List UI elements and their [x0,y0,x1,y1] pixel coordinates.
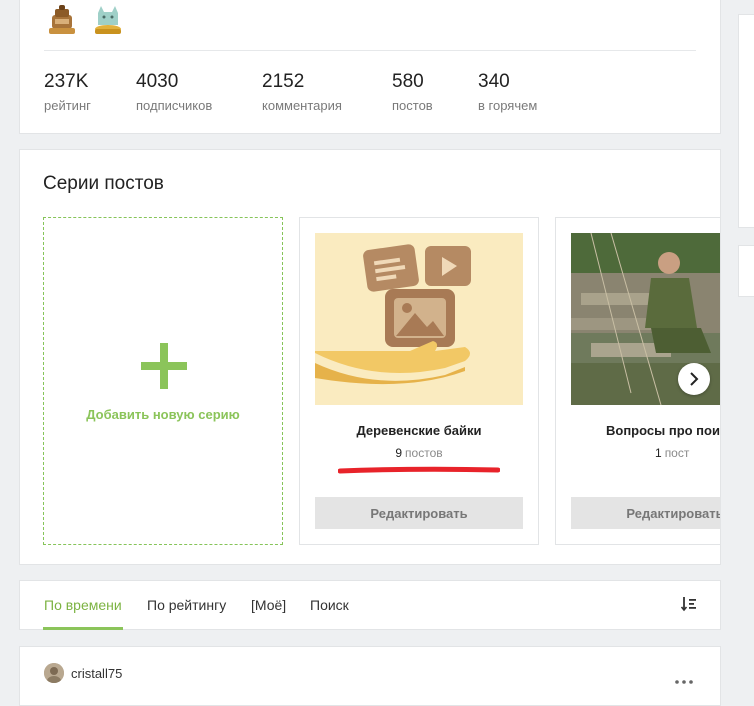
edit-series-button[interactable]: Редактировать [571,497,720,529]
sidebar-panel [738,14,754,228]
sort-order-icon[interactable] [680,596,697,612]
series-card[interactable]: Вопросы про пои 1 пост Редактировать [555,217,720,545]
add-series-button[interactable]: Добавить новую серию [43,217,283,545]
stat-value: 4030 [136,71,179,92]
more-options-icon[interactable] [675,671,693,684]
series-count-value: 1 [655,446,662,460]
post-card: cristall75 [19,646,721,706]
stat-label: подписчиков [136,98,213,113]
post-series-section: Серии постов Добавить новую серию Дереве… [19,149,721,565]
series-count-label: пост [664,446,690,460]
stat-value: 580 [392,71,424,92]
tab-mine[interactable]: [Моё] [251,597,286,613]
gold-cat-award-icon[interactable] [92,3,124,37]
add-series-label: Добавить новую серию [86,407,240,422]
profile-stats-card: 237K рейтинг 4030 подписчиков 2152 комме… [19,0,721,134]
tab-search[interactable]: Поиск [310,597,349,613]
stat-value: 2152 [262,71,305,92]
next-arrow-button[interactable] [678,363,710,395]
series-count-label: постов [405,446,443,460]
post-author-name[interactable]: cristall75 [71,666,122,681]
plus-icon [141,343,187,389]
stat-hot[interactable]: 340 в горячем [478,71,537,113]
post-sort-tabs: По времени По рейтингу [Моё] Поиск [19,580,721,630]
edit-series-button[interactable]: Редактировать [315,497,523,529]
stats-divider [44,50,696,51]
series-placeholder-image [315,233,523,405]
tab-by-rating[interactable]: По рейтингу [147,597,226,613]
stat-label: постов [392,98,433,113]
stat-value: 340 [478,71,510,92]
series-count-value: 9 [395,446,403,460]
active-tab-underline [43,627,123,630]
series-post-count: 1 пост [655,446,720,460]
series-title: Деревенские байки [356,423,482,438]
series-post-count: 9 постов [300,446,538,460]
stat-value: 237K [44,71,89,92]
red-underline-annotation [337,461,501,474]
series-card[interactable]: Деревенские байки 9 постов Редактировать [299,217,539,545]
bronze-weight-award-icon[interactable] [46,3,78,37]
tab-by-time[interactable]: По времени [44,597,122,613]
series-title: Вопросы про пои [606,423,720,438]
stat-posts[interactable]: 580 постов [392,71,433,113]
stat-label: рейтинг [44,98,91,113]
stat-subscribers[interactable]: 4030 подписчиков [136,71,212,113]
stat-comments[interactable]: 2152 комментария [262,71,342,113]
stat-label: в горячем [478,98,538,113]
stat-rating[interactable]: 237K рейтинг [44,71,91,113]
section-title: Серии постов [43,173,164,194]
avatar[interactable] [44,663,64,683]
sidebar-panel [738,245,754,297]
series-cover-photo [571,233,720,405]
stat-label: комментария [262,98,342,113]
